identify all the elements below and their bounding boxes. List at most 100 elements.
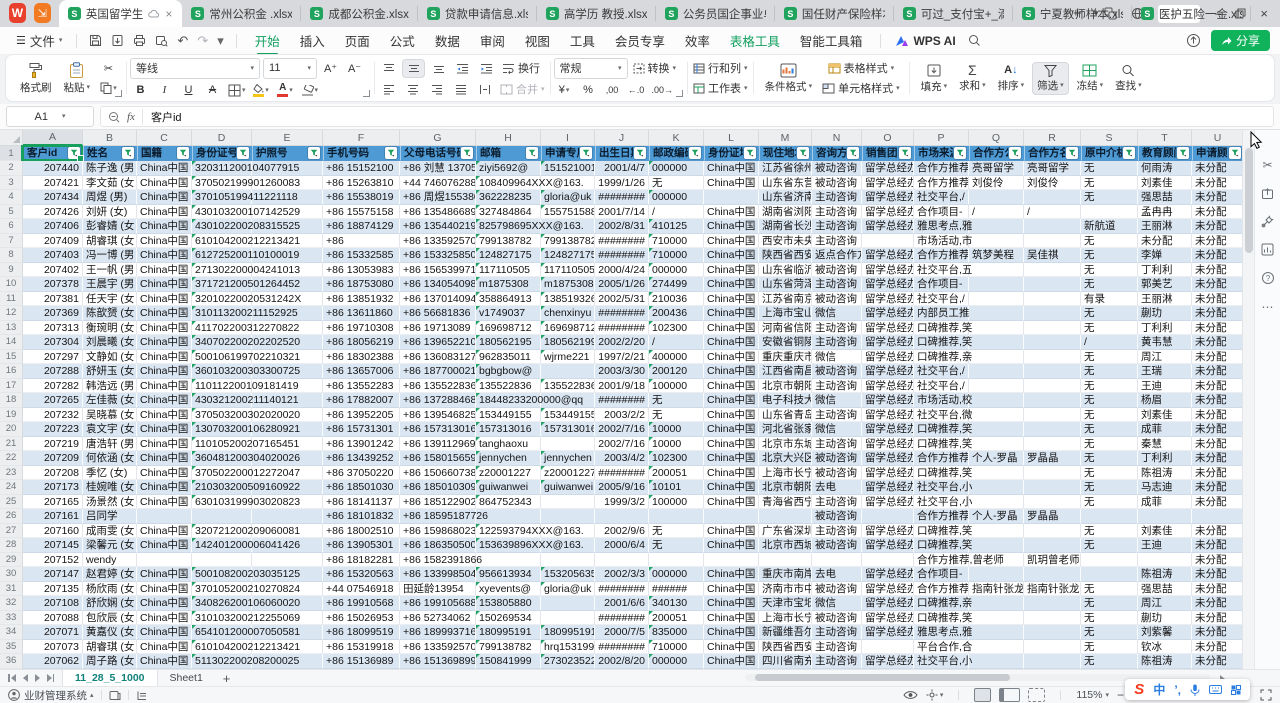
document-tab-3[interactable]: S成都公积金.xlsx	[301, 0, 418, 27]
column-header-L[interactable]: L	[704, 130, 759, 146]
cell-B10[interactable]: 王晨宇 (男	[83, 277, 137, 292]
cell-R16[interactable]	[1024, 364, 1081, 379]
cell-J6[interactable]: 2002/8/31	[595, 219, 649, 234]
cell-P34[interactable]: 雅思考点,雅	[914, 625, 969, 640]
cell-O16[interactable]: 留学总经办	[862, 364, 914, 379]
cell-I16[interactable]	[541, 364, 595, 379]
name-box[interactable]: A1▾	[6, 106, 94, 127]
cell-S19[interactable]: 无	[1081, 408, 1138, 423]
quick-access-chevron-icon[interactable]: ▾	[217, 34, 224, 47]
cell-U33[interactable]: 未分配	[1192, 611, 1244, 626]
cell-P14[interactable]: 口碑推荐,笑	[914, 335, 969, 350]
cell-N7[interactable]: 主动咨询	[812, 234, 862, 249]
cell-R23[interactable]	[1024, 466, 1081, 481]
cell-F27[interactable]: +86 18002510	[323, 524, 400, 539]
cell-I19[interactable]: 153449155	[541, 408, 595, 423]
cell-R36[interactable]	[1024, 654, 1081, 669]
cell-N17[interactable]: 主动咨询	[812, 379, 862, 394]
cell-A34[interactable]: 207071	[23, 625, 83, 640]
cell-L3[interactable]: China中国	[704, 176, 759, 191]
header-cell-M[interactable]: 现住地址	[760, 146, 813, 161]
cell-Q26[interactable]: 个人-罗晶	[969, 509, 1024, 524]
cell-L23[interactable]: China中国	[704, 466, 759, 481]
align-bottom-icon[interactable]	[428, 60, 449, 77]
cell-F32[interactable]: +86 19910568	[323, 596, 400, 611]
cell-P27[interactable]: 口碑推荐,笑	[914, 524, 969, 539]
cell-J35[interactable]: ########	[595, 640, 649, 655]
tab-close-icon[interactable]: ×	[164, 7, 173, 21]
cell-N6[interactable]: 主动咨询	[812, 219, 862, 234]
cell-H36[interactable]: 150841999	[476, 654, 541, 669]
cell-U12[interactable]: 未分配	[1192, 306, 1244, 321]
cell-K35[interactable]: 710000	[649, 640, 704, 655]
cell-K2[interactable]: 000000	[649, 161, 704, 176]
cell-B31[interactable]: 杨欣雨 (女	[83, 582, 137, 597]
cell-U17[interactable]: 未分配	[1192, 379, 1244, 394]
cell-F14[interactable]: +86 18056219	[323, 335, 400, 350]
cell-S26[interactable]	[1081, 509, 1138, 524]
ime-toolbox-icon[interactable]	[1231, 685, 1241, 695]
cell-J18[interactable]: ########	[595, 393, 649, 408]
cell-U24[interactable]: 未分配	[1192, 480, 1244, 495]
cell-T33[interactable]: 蒯玏	[1138, 611, 1192, 626]
cell-L19[interactable]: China中国	[704, 408, 759, 423]
cell-K22[interactable]: 102300	[649, 451, 704, 466]
cell-I12[interactable]: chenxinyu	[541, 306, 595, 321]
cell-T16[interactable]: 王瑞	[1138, 364, 1192, 379]
fill-button[interactable]: 填充▾	[917, 62, 952, 95]
row-header-11[interactable]: 11	[0, 292, 23, 307]
cell-I14[interactable]: 180562199	[541, 335, 595, 350]
cell-S7[interactable]: 无	[1081, 234, 1138, 249]
cell-N11[interactable]: 被动咨询	[812, 292, 862, 307]
cell-R32[interactable]	[1024, 596, 1081, 611]
freeze-button[interactable]: 冻结▾	[1073, 63, 1108, 94]
row-header-4[interactable]: 4	[0, 190, 23, 205]
header-cell-C[interactable]: 国籍	[138, 146, 193, 161]
cell-C36[interactable]: China中国	[137, 654, 192, 669]
column-header-N[interactable]: N	[812, 130, 862, 146]
cell-C8[interactable]: China中国	[137, 248, 192, 263]
header-cell-B[interactable]: 姓名	[84, 146, 138, 161]
cell-T24[interactable]: 马志迪	[1138, 480, 1192, 495]
cell-O18[interactable]: 留学总经办	[862, 393, 914, 408]
cell-C22[interactable]: China中国	[137, 451, 192, 466]
cell-O11[interactable]: 留学总经办	[862, 292, 914, 307]
document-tab-7[interactable]: S国任财产保险样本.x	[775, 0, 894, 27]
bold-button[interactable]: B	[130, 82, 151, 99]
cell-O31[interactable]: 留学总经办	[862, 582, 914, 597]
cell-E26[interactable]	[252, 509, 323, 524]
cell-S4[interactable]: 无	[1081, 190, 1138, 205]
cell-F33[interactable]: +86 15026953	[323, 611, 400, 626]
cell-L13[interactable]: China中国	[704, 321, 759, 336]
cell-P30[interactable]: 合作项目-	[914, 567, 969, 582]
cell-K11[interactable]: 210036	[649, 292, 704, 307]
cell-O14[interactable]: 留学总经办	[862, 335, 914, 350]
cell-G4[interactable]: +86 周煜155380	[400, 190, 476, 205]
cell-I5[interactable]: 155751588	[541, 205, 595, 220]
increase-indent-icon[interactable]	[476, 60, 497, 77]
cell-T22[interactable]: 丁利利	[1138, 451, 1192, 466]
cell-U16[interactable]: 未分配	[1192, 364, 1244, 379]
worksheet-button[interactable]: 工作表▾	[691, 80, 750, 97]
cell-B32[interactable]: 舒欣娴 (女	[83, 596, 137, 611]
cell-B14[interactable]: 刘晨曦 (女	[83, 335, 137, 350]
header-cell-K[interactable]: 邮政编码	[650, 146, 705, 161]
cell-N14[interactable]: 主动咨询	[812, 335, 862, 350]
cell-H33[interactable]: 150269534	[476, 611, 541, 626]
cell-I32[interactable]	[541, 596, 595, 611]
cell-N4[interactable]: 主动咨询	[812, 190, 862, 205]
add-sheet-button[interactable]: +	[215, 670, 239, 686]
cell-U25[interactable]: 未分配	[1192, 495, 1244, 510]
cell-U32[interactable]: 未分配	[1192, 596, 1244, 611]
cell-J33[interactable]: ########	[595, 611, 649, 626]
cell-P9[interactable]: 社交平台,五	[914, 263, 969, 278]
cell-L7[interactable]: China中国	[704, 234, 759, 249]
cell-O2[interactable]: 留学总经办	[862, 161, 914, 176]
cell-J32[interactable]: 2001/6/6	[595, 596, 649, 611]
cell-R34[interactable]	[1024, 625, 1081, 640]
cell-H11[interactable]: 358864913	[476, 292, 541, 307]
cell-I20[interactable]: 157313016	[541, 422, 595, 437]
cell-T29[interactable]	[1138, 553, 1192, 568]
record-macro-icon[interactable]	[109, 690, 121, 701]
cell-G23[interactable]: +86 1506607386	[400, 466, 476, 481]
